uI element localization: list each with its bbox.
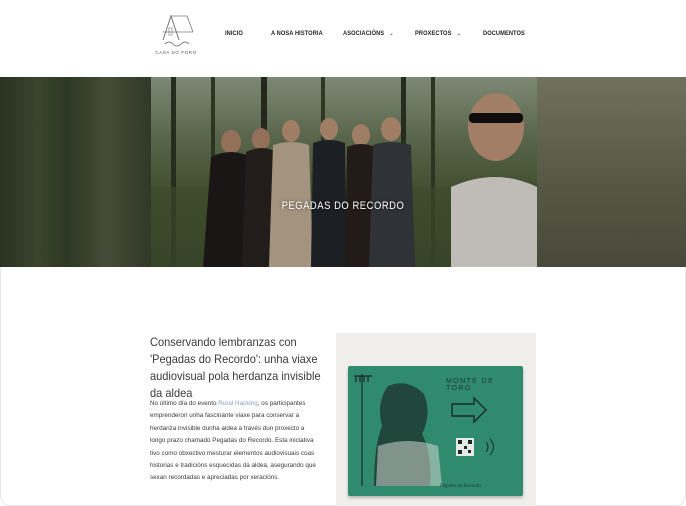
- card-illustration: [354, 374, 494, 486]
- browser-page: CASA DO FORO INICIO A NOSA HISTORIA ASOC…: [0, 0, 686, 506]
- article-body-text-start: No último día do evento: [150, 400, 219, 407]
- hero-banner: PEGADAS DO RECORDO: [0, 77, 686, 267]
- hero-background-blur-left: [0, 77, 151, 267]
- nav-label: A NOSA HISTORIA: [271, 30, 323, 37]
- article-title: Conservando lembranzas con 'Pegadas do R…: [150, 335, 321, 400]
- nav-label: DOCUMENTOS: [483, 30, 525, 37]
- rural-hacking-link[interactable]: Rural Hacking: [218, 400, 258, 407]
- article-body: No último día do evento Rural Hacking, o…: [150, 398, 316, 485]
- hero-background-blur-right: [537, 77, 686, 267]
- group-photo-image: [151, 77, 537, 267]
- nav-item-historia[interactable]: A NOSA HISTORIA: [271, 30, 323, 37]
- site-header: CASA DO FORO INICIO A NOSA HISTORIA ASOC…: [0, 0, 686, 76]
- nav-label: INICIO: [225, 30, 243, 37]
- monte-de-toro-card: MONTE DE TORO Pegadas do Recordo: [348, 366, 523, 496]
- article-body-text-end: , os participantes emprenderon unha fasc…: [150, 400, 316, 482]
- nav-item-documentos[interactable]: DOCUMENTOS: [483, 30, 525, 37]
- hero-title: PEGADAS DO RECORDO: [281, 200, 405, 212]
- article-intro: Conservando lembranzas con 'Pegadas do R…: [150, 334, 322, 481]
- nav-label: ASOCIACIÓNS: [343, 30, 385, 37]
- hero-photo: [151, 77, 537, 267]
- nav-item-inicio[interactable]: INICIO: [225, 30, 243, 37]
- nav-label: PROXECTOS: [415, 30, 452, 37]
- project-card-image: MONTE DE TORO Pegadas do Recordo: [336, 333, 536, 506]
- nav-item-proxectos[interactable]: PROXECTOS ⌄: [415, 30, 461, 37]
- nav-item-asociacions[interactable]: ASOCIACIÓNS ⌄: [343, 30, 393, 37]
- chevron-down-icon: ⌄: [456, 31, 461, 37]
- main-nav: INICIO A NOSA HISTORIA ASOCIACIÓNS ⌄ PRO…: [0, 30, 686, 40]
- chevron-down-icon: ⌄: [389, 31, 394, 37]
- logo-caption: CASA DO FORO: [155, 50, 197, 55]
- card-subtitle: Pegadas do Recordo: [440, 484, 481, 489]
